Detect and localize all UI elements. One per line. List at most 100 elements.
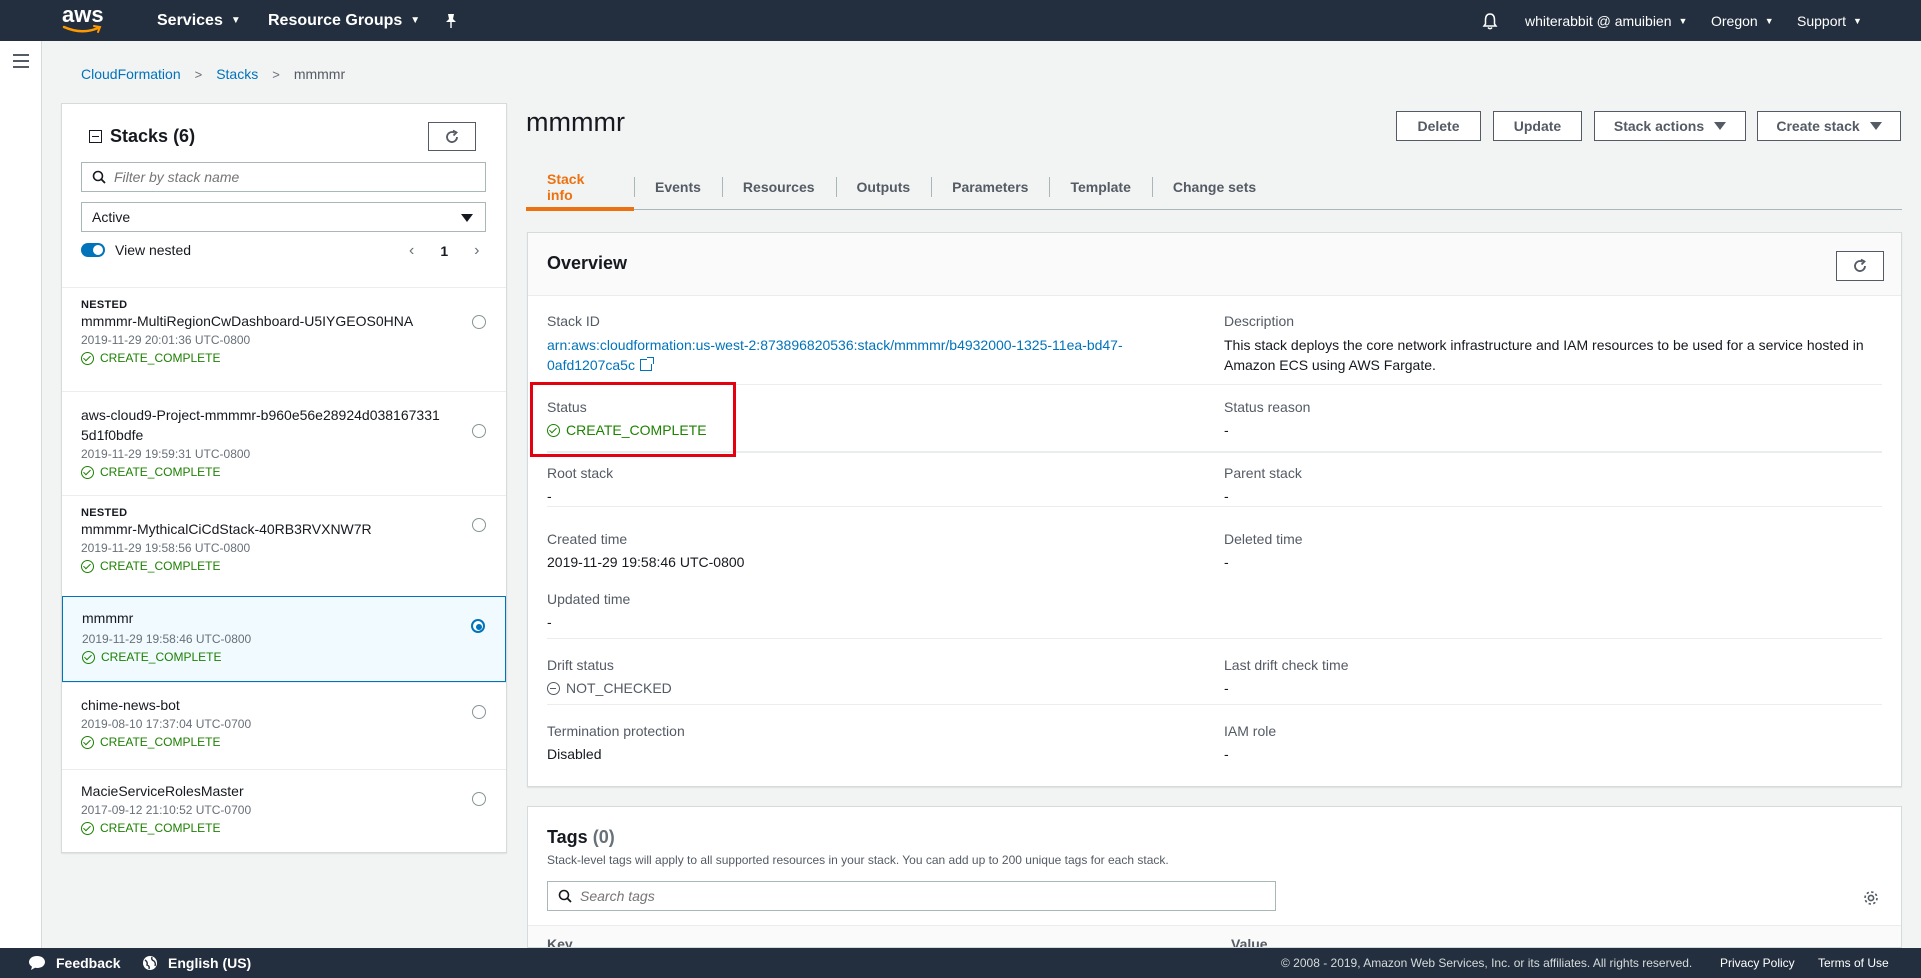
check-circle-icon <box>82 650 95 664</box>
list-item[interactable]: MacieServiceRolesMaster 2017-09-12 21:10… <box>62 769 506 853</box>
tags-col-key[interactable]: Key <box>547 936 573 947</box>
feedback-label: Feedback <box>56 955 121 971</box>
list-item[interactable]: chime-news-bot 2019-08-10 17:37:04 UTC-0… <box>62 682 506 769</box>
view-nested-toggle[interactable] <box>81 243 105 257</box>
pin-icon[interactable] <box>444 0 458 41</box>
chat-bubble-icon <box>29 956 45 970</box>
stack-filter-input[interactable] <box>114 169 474 185</box>
tab-resources[interactable]: Resources <box>721 164 836 210</box>
stack-radio[interactable] <box>471 619 485 633</box>
caret-down-icon <box>461 214 473 222</box>
page-number[interactable]: 1 <box>440 243 448 259</box>
aws-logo[interactable]: aws <box>62 4 104 35</box>
tab-change-sets[interactable]: Change sets <box>1151 164 1277 210</box>
overview-refresh-button[interactable] <box>1836 251 1884 281</box>
resource-groups-menu[interactable]: Resource Groups ▼ <box>268 0 420 41</box>
stack-id-link[interactable]: arn:aws:cloudformation:us-west-2:8738968… <box>547 335 1177 375</box>
status-filter-select[interactable]: Active <box>81 202 486 232</box>
create-stack-label: Create stack <box>1776 118 1860 134</box>
terms-of-use-link[interactable]: Terms of Use <box>1818 956 1889 970</box>
privacy-policy-link[interactable]: Privacy Policy <box>1720 956 1795 970</box>
refresh-icon <box>1854 258 1866 272</box>
tab-template[interactable]: Template <box>1049 164 1151 210</box>
parent-stack-label: Parent stack <box>1224 465 1302 481</box>
tags-count: (0) <box>592 827 615 847</box>
list-item[interactable]: NESTED mmmmr-MultiRegionCwDashboard-U5IY… <box>62 287 506 391</box>
refresh-icon <box>446 129 458 143</box>
stack-radio[interactable] <box>472 705 486 719</box>
breadcrumb-current: mmmmr <box>293 66 346 82</box>
tags-title-text: Tags <box>547 827 588 847</box>
overview-row-status: Status CREATE_COMPLETE Status reason - <box>547 397 1882 452</box>
update-button[interactable]: Update <box>1493 111 1582 141</box>
region-menu[interactable]: Oregon ▼ <box>1711 0 1774 41</box>
prev-page-icon[interactable]: ‹ <box>409 242 414 260</box>
tags-col-value[interactable]: Value <box>1231 936 1268 947</box>
next-page-icon[interactable]: › <box>474 242 479 260</box>
caret-down-icon <box>1714 122 1727 130</box>
check-circle-icon <box>81 351 94 365</box>
account-menu[interactable]: whiterabbit @ amuibien ▼ <box>1525 0 1687 41</box>
tab-parameters[interactable]: Parameters <box>931 164 1049 210</box>
services-menu[interactable]: Services ▼ <box>157 0 241 41</box>
hamburger-menu-icon[interactable] <box>13 54 29 68</box>
overview-row-updated: Updated time - <box>547 589 1882 639</box>
stack-name: mmmmr-MultiRegionCwDashboard-U5IYGEOS0HN… <box>81 313 414 329</box>
check-circle-icon <box>81 465 94 479</box>
overview-panel: Overview Stack ID arn:aws:cloudformation… <box>527 232 1902 787</box>
created-time-label: Created time <box>547 531 628 547</box>
stack-time: 2019-08-10 17:37:04 UTC-0700 <box>81 717 252 731</box>
tags-search-wrap <box>547 881 1276 911</box>
stack-id-line2: 0afd1207ca5c <box>547 357 635 373</box>
chevron-right-icon: > <box>272 66 280 82</box>
notifications-bell-icon[interactable] <box>1482 0 1498 41</box>
overview-row-drift: Drift status NOT_CHECKED Last drift chec… <box>547 655 1882 705</box>
stack-list: NESTED mmmmr-MultiRegionCwDashboard-U5IY… <box>62 287 506 853</box>
iam-role-value: - <box>1224 746 1229 762</box>
breadcrumb-stacks[interactable]: Stacks <box>216 66 258 82</box>
language-selector[interactable]: English (US) <box>142 955 251 971</box>
status-reason-label: Status reason <box>1224 399 1311 415</box>
stack-status-text: CREATE_COMPLETE <box>100 465 221 479</box>
stack-actions-button[interactable]: Stack actions <box>1594 111 1746 141</box>
stack-actions-label: Stack actions <box>1613 118 1705 134</box>
footer: Feedback English (US) © 2008 - 2019, Ama… <box>0 948 1921 978</box>
chevron-down-icon: ▼ <box>230 15 241 26</box>
create-stack-button[interactable]: Create stack <box>1757 111 1901 141</box>
iam-role-label: IAM role <box>1224 723 1277 739</box>
gear-icon[interactable] <box>1863 890 1879 906</box>
feedback-button[interactable]: Feedback <box>28 955 121 971</box>
status-text: CREATE_COMPLETE <box>566 422 707 438</box>
tab-stack-info[interactable]: Stack info <box>526 164 634 211</box>
overview-title: Overview <box>547 253 628 273</box>
copyright-text: © 2008 - 2019, Amazon Web Services, Inc.… <box>1281 956 1693 970</box>
list-item[interactable]: aws-cloud9-Project-mmmmr-b960e56e28924d0… <box>62 391 506 495</box>
tab-outputs[interactable]: Outputs <box>835 164 932 210</box>
stacks-refresh-button[interactable] <box>428 122 476 151</box>
stack-radio[interactable] <box>472 518 486 532</box>
stack-name: MacieServiceRolesMaster <box>81 783 244 799</box>
nested-badge: NESTED <box>81 507 128 519</box>
stack-name: chime-news-bot <box>81 697 180 713</box>
stack-radio[interactable] <box>472 424 486 438</box>
delete-button[interactable]: Delete <box>1396 111 1481 141</box>
support-menu[interactable]: Support ▼ <box>1797 0 1862 41</box>
resource-groups-label: Resource Groups <box>268 11 403 29</box>
stack-name: mmmmr <box>82 610 134 626</box>
stack-radio[interactable] <box>472 792 486 806</box>
collapse-icon[interactable] <box>89 130 102 143</box>
breadcrumb-cloudformation[interactable]: CloudFormation <box>81 66 181 82</box>
stack-radio[interactable] <box>472 315 486 329</box>
status-label: Status <box>547 399 587 415</box>
stack-status-text: CREATE_COMPLETE <box>100 821 221 835</box>
last-drift-value: - <box>1224 680 1229 696</box>
list-item[interactable]: mmmmr 2019-11-29 19:58:46 UTC-0800 CREAT… <box>62 596 506 682</box>
termination-value: Disabled <box>547 746 602 762</box>
list-item[interactable]: NESTED mmmmr-MythicalCiCdStack-40RB3RVXN… <box>62 495 506 596</box>
region-label: Oregon <box>1711 12 1758 29</box>
tab-events[interactable]: Events <box>634 164 722 210</box>
tags-search-input[interactable] <box>580 888 1260 904</box>
search-icon <box>558 889 572 903</box>
stack-name: aws-cloud9-Project-mmmmr-b960e56e28924d0… <box>81 407 440 443</box>
stack-time: 2019-11-29 19:58:56 UTC-0800 <box>81 541 251 555</box>
